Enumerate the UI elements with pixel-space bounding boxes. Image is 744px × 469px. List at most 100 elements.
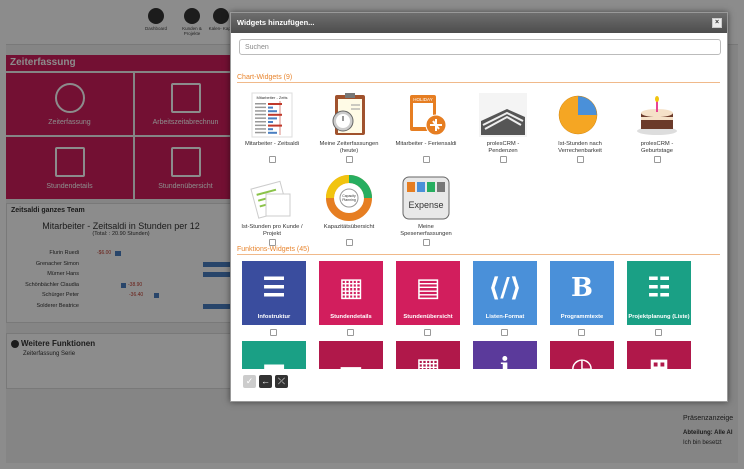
widget-list[interactable]: Chart-Widgets (9) Mitarbeiter - Zeits Mit…: [231, 63, 727, 369]
svg-text:Mitarbeiter - Zeits: Mitarbeiter - Zeits: [256, 95, 287, 100]
chart-widget[interactable]: Meine Zeiterfassungen (heute): [318, 91, 380, 163]
widget-label: Mitarbeiter - Feriensaldi: [395, 141, 457, 147]
function-widget[interactable]: ▬: [242, 341, 306, 369]
info-icon: i: [500, 353, 510, 369]
function-widget[interactable]: B Programmtexte: [550, 261, 614, 336]
capacity-cycle-thumbnail: Capacity Planning: [323, 174, 375, 222]
widget-tile: ⟨/⟩ Listen-Format: [473, 261, 537, 325]
documents-green-thumbnail: [246, 174, 298, 222]
function-widget[interactable]: ▦ Stundendetails: [319, 261, 383, 336]
chart-widget[interactable]: prolesCRM - Pendenzen: [472, 91, 534, 163]
tree-list-icon: ☷: [647, 273, 671, 303]
widget-label: Mitarbeiter - Zeitsaldi: [244, 141, 300, 147]
widget-label: prolesCRM - Pendenzen: [486, 141, 520, 154]
stack-icon: ☰: [262, 273, 286, 303]
widget-tile: ◷: [550, 341, 614, 369]
widget-label: Stundenübersicht: [403, 314, 453, 320]
widget-checkbox[interactable]: [268, 156, 276, 163]
arrow-left-icon[interactable]: ←: [259, 375, 272, 388]
chart-widget[interactable]: Capacity Planning Kapazitätsübersicht: [318, 174, 380, 246]
widget-checkbox[interactable]: [424, 329, 431, 336]
widget-checkbox[interactable]: [422, 239, 430, 246]
function-widget[interactable]: ⟨/⟩ Listen-Format: [473, 261, 537, 336]
clock-sheet-icon: ▤: [415, 273, 441, 303]
widget-checkbox[interactable]: [653, 156, 661, 163]
bar-chart-thumbnail: Mitarbeiter - Zeits: [246, 91, 298, 139]
expense-thumbnail: Expense: [400, 174, 452, 222]
code-file-icon: ⟨/⟩: [488, 273, 522, 303]
widget-label: Listen-Format: [485, 314, 525, 320]
chart-widget[interactable]: Ist-Stunden nach Verrechenbarkeit: [549, 91, 611, 163]
function-widget[interactable]: ⊞: [627, 341, 691, 369]
holiday-airplane-thumbnail: HOLIDAY: [400, 91, 452, 139]
documents-thumbnail: [477, 91, 529, 139]
widget-tile: B Programmtexte: [550, 261, 614, 325]
car-icon: ▄: [341, 353, 361, 369]
chart-widget[interactable]: HOLIDAY Mitarbeiter - Feriensaldi: [395, 91, 457, 163]
widget-tile: ☷ Projektplanung (Liste): [627, 261, 691, 325]
chart-widget[interactable]: Ist-Stunden pro Kunde / Projekt: [241, 174, 303, 246]
widget-label: Meine Zeiterfassungen (heute): [319, 141, 379, 154]
chart-widget[interactable]: Mitarbeiter - Zeits Mitarbeiter - Zeitsal…: [241, 91, 303, 163]
dialog-title: Widgets hinzufügen...: [237, 18, 315, 27]
widget-checkbox[interactable]: [270, 329, 277, 336]
widget-label: Stundendetails: [330, 314, 372, 320]
widget-checkbox[interactable]: [499, 156, 507, 163]
stopwatch-clipboard-thumbnail: [323, 91, 375, 139]
function-widget[interactable]: ☰ Infostruktur: [242, 261, 306, 336]
check-icon[interactable]: ✓: [243, 375, 256, 388]
widget-tile: ▄: [319, 341, 383, 369]
widget-checkbox[interactable]: [578, 329, 585, 336]
dialog-header: Widgets hinzufügen... ×: [231, 13, 727, 33]
bold-b-icon: B: [571, 273, 593, 303]
chart-widget[interactable]: Expense Meine Spesenerfassungen: [395, 174, 457, 246]
widget-tile: ⊞: [627, 341, 691, 369]
function-widget[interactable]: ▤ Stundenübersicht: [396, 261, 460, 336]
screen: Dashboard Kunden & Projekte Kalen- Kapa …: [0, 0, 744, 469]
search-input[interactable]: [239, 39, 721, 55]
svg-text:Planning: Planning: [342, 198, 356, 202]
birthday-cake-thumbnail: [631, 91, 683, 139]
svg-text:HOLIDAY: HOLIDAY: [413, 97, 432, 102]
function-widget[interactable]: ▄: [319, 341, 383, 369]
widget-tile: ☰ Infostruktur: [242, 261, 306, 325]
widgets-dialog: Widgets hinzufügen... × Chart-Widgets (9…: [230, 12, 728, 402]
cart-icon: ⊞: [648, 353, 670, 369]
clock-icon: ◷: [570, 353, 594, 369]
widget-tile: ▦: [396, 341, 460, 369]
collapse-icon[interactable]: ⤫: [275, 375, 288, 388]
widget-label: Ist-Stunden pro Kunde / Projekt: [241, 224, 303, 237]
widget-tile: ▤ Stundenübersicht: [396, 261, 460, 325]
calculator-icon: ▦: [338, 273, 364, 303]
widget-tile: i: [473, 341, 537, 369]
chart-widget[interactable]: prolesCRM - Geburtstage: [626, 91, 688, 163]
function-widget[interactable]: ◷: [550, 341, 614, 369]
calculator-car-icon: ▦: [415, 353, 441, 369]
widget-label: Meine Spesenerfassungen: [400, 224, 452, 237]
widget-label: Kapazitätsübersicht: [323, 224, 375, 230]
widget-checkbox[interactable]: [655, 329, 662, 336]
widget-label: prolesCRM - Geburtstage: [640, 141, 674, 154]
widget-checkbox[interactable]: [345, 239, 353, 246]
pie-chart-thumbnail: [554, 91, 606, 139]
svg-text:Expense: Expense: [408, 200, 443, 210]
widget-tile: ▬: [242, 341, 306, 369]
widget-tile: ▦ Stundendetails: [319, 261, 383, 325]
chart-category-heading: Chart-Widgets (9): [237, 74, 720, 83]
function-widget[interactable]: ☷ Projektplanung (Liste): [627, 261, 691, 336]
widget-label: Infostruktur: [257, 314, 291, 320]
function-widget[interactable]: i: [473, 341, 537, 369]
widget-checkbox[interactable]: [345, 156, 353, 163]
function-category-heading: Funktions-Widgets (45): [237, 246, 720, 255]
widget-checkbox[interactable]: [576, 156, 584, 163]
widget-checkbox[interactable]: [501, 329, 508, 336]
close-button[interactable]: ×: [712, 18, 722, 28]
widget-label: Ist-Stunden nach Verrechenbarkeit: [558, 141, 602, 154]
widget-checkbox[interactable]: [347, 329, 354, 336]
widget-label: Projektplanung (Liste): [628, 314, 690, 320]
function-widget[interactable]: ▦: [396, 341, 460, 369]
widget-checkbox[interactable]: [268, 239, 276, 246]
widget-label: Programmtexte: [560, 314, 604, 320]
toolbox-icon: ▬: [261, 353, 287, 369]
widget-checkbox[interactable]: [422, 156, 430, 163]
